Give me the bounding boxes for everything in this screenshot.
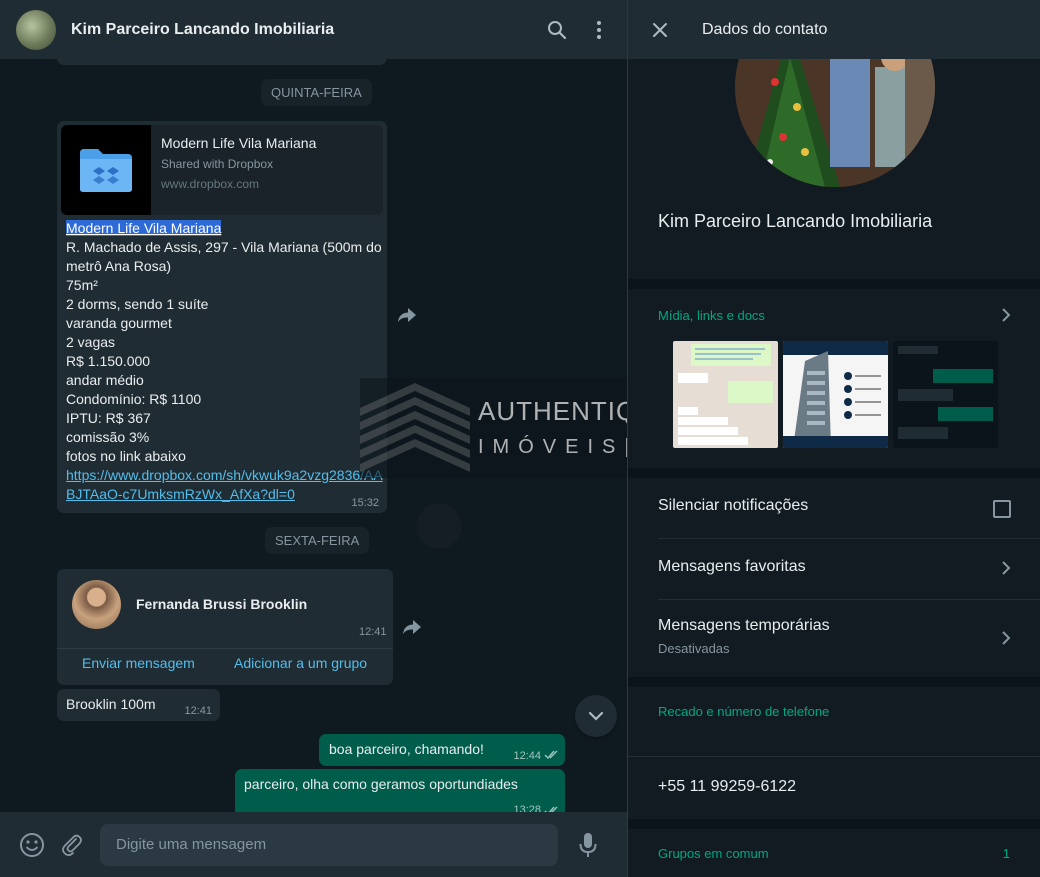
disappearing-messages-status: Desativadas: [658, 641, 730, 656]
compose-bar: [0, 812, 627, 877]
message-line: R$ 1.150.000: [66, 353, 151, 369]
message-bubble-partial: [57, 59, 387, 65]
mute-checkbox[interactable]: [993, 500, 1011, 518]
message-line: andar médio: [66, 372, 144, 388]
chevron-right-icon[interactable]: [1000, 561, 1012, 575]
attach-icon[interactable]: [52, 825, 92, 865]
message-text: Modern Life Vila Mariana R. Machado de A…: [66, 219, 386, 504]
microphone-icon[interactable]: [568, 825, 608, 865]
read-receipt-icon: [544, 750, 558, 760]
dropbox-folder-icon: [61, 125, 151, 215]
media-thumbnail[interactable]: [893, 341, 998, 448]
message-time: 12:44: [513, 750, 541, 762]
message-line: fotos no link abaixo: [66, 448, 186, 464]
dropbox-link[interactable]: https://www.dropbox.com/sh/vkwuk9a2vzg28…: [66, 467, 383, 502]
link-preview[interactable]: Modern Life Vila Mariana Shared with Dro…: [61, 125, 383, 215]
link-preview-url: www.dropbox.com: [161, 177, 260, 191]
contact-card[interactable]: Fernanda Brussi Brooklin 12:41 Enviar me…: [57, 569, 393, 685]
groups-section[interactable]: Grupos em comum 1: [628, 829, 1040, 877]
mute-notifications-label[interactable]: Silenciar notificações: [658, 497, 808, 515]
forward-icon[interactable]: [399, 617, 425, 637]
divider: [658, 599, 1040, 600]
chevron-right-icon[interactable]: [1000, 308, 1012, 322]
message-line: R. Machado de Assis, 297 - Vila Mariana …: [66, 239, 382, 274]
disappearing-messages-label[interactable]: Mensagens temporárias: [658, 617, 830, 635]
media-thumbnail[interactable]: [783, 341, 888, 448]
message-bubble-outgoing[interactable]: parceiro, olha como geramos oportundiade…: [235, 769, 565, 812]
message-line: IPTU: R$ 367: [66, 410, 151, 426]
link-preview-title: Modern Life Vila Mariana: [161, 135, 317, 151]
contact-info-title: Dados do contato: [702, 20, 828, 38]
message-input[interactable]: [100, 823, 558, 866]
send-message-button[interactable]: Enviar mensagem: [82, 655, 195, 671]
message-time: 13:28: [513, 804, 541, 812]
contact-info-header: Dados do contato: [628, 0, 1040, 59]
message-text: parceiro, olha como geramos oportundiade…: [244, 776, 518, 792]
message-time: 15:32: [351, 497, 379, 509]
contact-avatar: [72, 580, 121, 629]
media-links-docs-label[interactable]: Mídia, links e docs: [658, 308, 765, 323]
close-icon[interactable]: [650, 20, 670, 40]
emoji-icon[interactable]: [12, 825, 52, 865]
forward-icon[interactable]: [394, 305, 420, 325]
section-divider: [628, 468, 1040, 478]
starred-messages-label[interactable]: Mensagens favoritas: [658, 558, 806, 576]
phone-number[interactable]: +55 11 99259-6122: [658, 778, 796, 796]
message-text: Brooklin 100m: [66, 696, 156, 712]
section-divider: [628, 677, 1040, 687]
contact-name: Fernanda Brussi Brooklin: [136, 596, 308, 612]
message-bubble[interactable]: Brooklin 100m 12:41: [57, 689, 220, 721]
date-divider: SEXTA-FEIRA: [265, 527, 370, 554]
message-time: 12:41: [184, 705, 212, 717]
section-divider: [628, 279, 1040, 289]
message-time: 12:41: [359, 626, 387, 638]
common-groups-count: 1: [1002, 846, 1010, 861]
message-line: Condomínio: R$ 1100: [66, 391, 202, 407]
contact-name: Kim Parceiro Lancando Imobiliaria: [658, 211, 933, 231]
message-list[interactable]: QUINTA-FEIRA Modern Life Vila Mariana Sh…: [0, 59, 627, 812]
whatsapp-window: Kim Parceiro Lancando Imobiliaria QUINTA…: [0, 0, 1040, 877]
chevron-right-icon[interactable]: [1000, 631, 1012, 645]
avatar[interactable]: [16, 9, 56, 50]
media-thumbnail[interactable]: [673, 341, 778, 448]
divider: [658, 538, 1040, 539]
menu-icon[interactable]: [587, 18, 611, 42]
section-divider: [628, 819, 1040, 829]
message-text: boa parceiro, chamando!: [329, 741, 484, 757]
message-bubble-outgoing[interactable]: boa parceiro, chamando! 12:44: [319, 734, 565, 766]
divider: [628, 756, 1040, 757]
search-icon[interactable]: [545, 18, 569, 42]
link-preview-description: Shared with Dropbox: [161, 157, 274, 171]
scroll-down-button[interactable]: [575, 695, 617, 737]
add-to-group-button[interactable]: Adicionar a um grupo: [234, 655, 367, 671]
message-line: comissão 3%: [66, 429, 150, 445]
common-groups-label: Grupos em comum: [658, 846, 769, 861]
about-phone-label: Recado e número de telefone: [658, 704, 830, 719]
chat-title[interactable]: Kim Parceiro Lancando Imobiliaria: [71, 21, 527, 39]
chat-header[interactable]: Kim Parceiro Lancando Imobiliaria: [0, 0, 627, 59]
media-section[interactable]: Mídia, links e docs: [628, 289, 1040, 468]
message-line: 75m²: [66, 277, 98, 293]
about-section: Recado e número de telefone +55 11 99259…: [628, 687, 1040, 819]
message-bubble-listing[interactable]: Modern Life Vila Mariana Shared with Dro…: [57, 121, 387, 513]
settings-section: Silenciar notificações Mensagens favorit…: [628, 478, 1040, 677]
divider: [57, 648, 393, 649]
date-divider: QUINTA-FEIRA: [261, 79, 372, 106]
message-line: varanda gourmet: [66, 315, 172, 331]
message-line: 2 dorms, sendo 1 suíte: [66, 296, 209, 312]
chat-pane: Kim Parceiro Lancando Imobiliaria QUINTA…: [0, 0, 628, 877]
contact-info-pane: Dados do contato Kim Parceiro Lancando I…: [628, 0, 1040, 877]
profile-section: Kim Parceiro Lancando Imobiliaria: [628, 0, 1040, 279]
message-line: 2 vagas: [66, 334, 116, 350]
highlighted-title: Modern Life Vila Mariana: [66, 220, 222, 236]
